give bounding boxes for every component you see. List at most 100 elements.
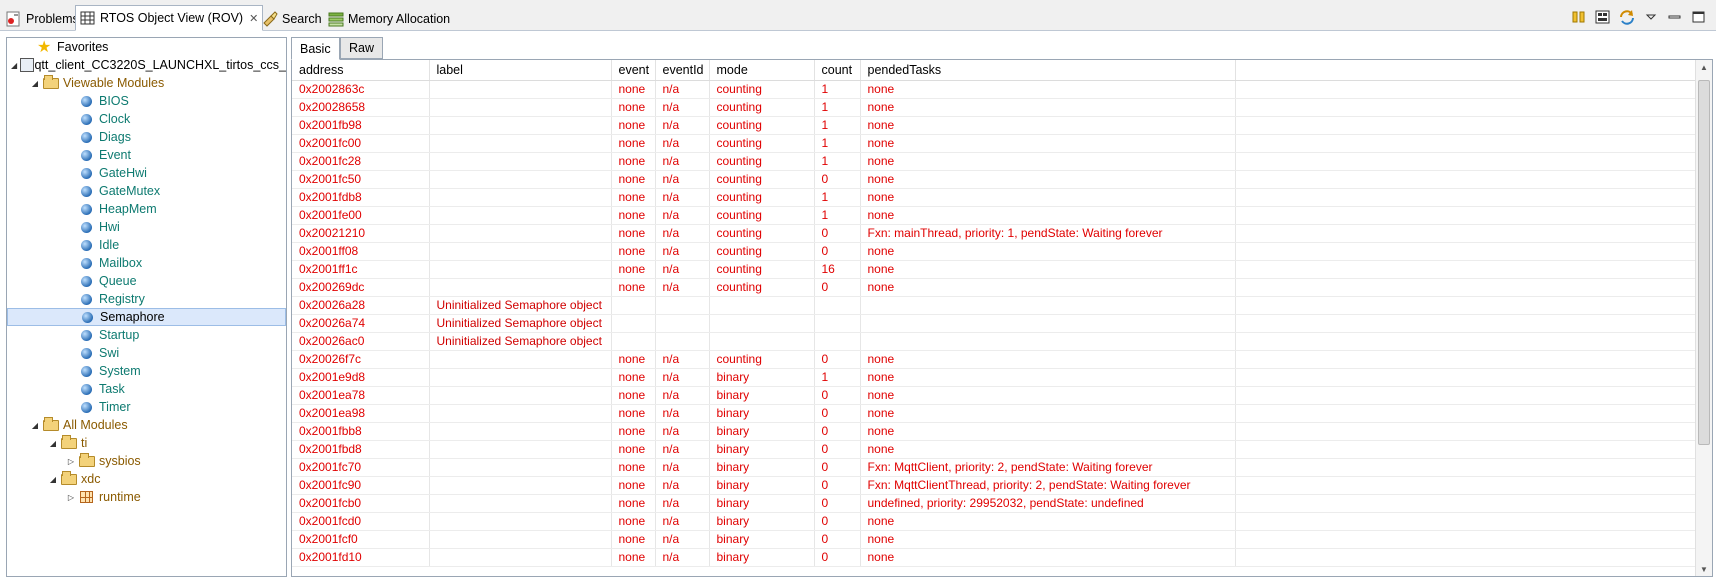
column-header-mode[interactable]: mode (709, 60, 815, 81)
table-row[interactable]: 0x2001fb98 none n/a counting 1 none (292, 116, 1698, 135)
tab-raw[interactable]: Raw (340, 37, 384, 59)
tree-item-queue[interactable]: Queue (7, 272, 286, 290)
module-ball-icon (79, 327, 95, 343)
tree-item-heapmem[interactable]: HeapMem (7, 200, 286, 218)
table-row[interactable]: 0x20021210 none n/a counting 0 Fxn: mainThrea… (292, 224, 1698, 243)
tree-item-runtime[interactable]: ▷ runtime (7, 488, 286, 506)
column-header-event[interactable]: event (611, 60, 656, 81)
close-icon[interactable]: ✕ (249, 12, 258, 25)
tree-item-registry[interactable]: Registry (7, 290, 286, 308)
table-row[interactable]: 0x2001fdb8 none n/a counting 1 none (292, 188, 1698, 207)
table-row[interactable]: 0x2001fd10 none n/a binary 0 none (292, 548, 1698, 567)
table-row[interactable]: 0x2001ff08 none n/a counting 0 none (292, 242, 1698, 261)
table-row[interactable]: 0x2001fcb0 none n/a binary 0 undefined, prior… (292, 494, 1698, 513)
table-row[interactable]: 0x200269dc none n/a counting 0 none (292, 278, 1698, 297)
table-row[interactable]: 0x2001ff1c none n/a counting 16 none (292, 260, 1698, 279)
tree-item-system[interactable]: System (7, 362, 286, 380)
tree-item-swi[interactable]: Swi (7, 344, 286, 362)
table-row[interactable]: 0x20026a74 Uninitialized Semaphore object (292, 314, 1698, 333)
tree-item-startup[interactable]: Startup (7, 326, 286, 344)
cell-eventid: n/a (655, 98, 710, 117)
tree-item-favorites[interactable]: ★ Favorites (7, 38, 286, 56)
tree-item-clock[interactable]: Clock (7, 110, 286, 128)
tree-item-timer[interactable]: Timer (7, 398, 286, 416)
table-row[interactable]: 0x2001fc00 none n/a counting 1 none (292, 134, 1698, 153)
tree-item-ti[interactable]: ◢ ti (7, 434, 286, 452)
tree-item-sysbios[interactable]: ▷ sysbios (7, 452, 286, 470)
table-row[interactable]: 0x20026ac0 Uninitialized Semaphore object (292, 332, 1698, 351)
table-row[interactable]: 0x2001e9d8 none n/a binary 1 none (292, 368, 1698, 387)
scrollbar-thumb[interactable] (1698, 80, 1710, 445)
cell-filler (1235, 278, 1698, 297)
module-label: BIOS (99, 94, 129, 108)
expanded-arrow-icon[interactable]: ◢ (29, 421, 41, 430)
refresh-icon[interactable] (1618, 9, 1636, 25)
column-header-filler (1235, 60, 1698, 81)
tree-item-mailbox[interactable]: Mailbox (7, 254, 286, 272)
cell-event (611, 314, 656, 333)
table-row[interactable]: 0x2001fe00 none n/a counting 1 none (292, 206, 1698, 225)
expanded-arrow-icon[interactable]: ◢ (29, 79, 41, 88)
scroll-down-arrow-icon[interactable]: ▼ (1696, 562, 1712, 576)
table-row[interactable]: 0x2001fc28 none n/a counting 1 none (292, 152, 1698, 171)
tab-problems[interactable]: Problems (2, 6, 83, 31)
tree-item-xdc[interactable]: ◢ xdc (7, 470, 286, 488)
table-row[interactable]: 0x2001ea98 none n/a binary 0 none (292, 404, 1698, 423)
table-row[interactable]: 0x2001fbd8 none n/a binary 0 none (292, 440, 1698, 459)
column-header-address[interactable]: address (292, 60, 430, 81)
pause-icon[interactable] (1570, 9, 1588, 25)
tree-item-bios[interactable]: BIOS (7, 92, 286, 110)
cell-filler (1235, 170, 1698, 189)
table-row[interactable]: 0x2001fc50 none n/a counting 0 none (292, 170, 1698, 189)
cell-address: 0x2001fbd8 (292, 440, 430, 459)
cell-mode: binary (709, 530, 815, 549)
tab-memory-allocation[interactable]: Memory Allocation (324, 6, 454, 31)
expanded-arrow-icon[interactable]: ◢ (47, 439, 59, 448)
tree-item-gatehwi[interactable]: GateHwi (7, 164, 286, 182)
table-row[interactable]: 0x2001fbb8 none n/a binary 0 none (292, 422, 1698, 441)
tree-item-project[interactable]: ◢ mqtt_client_CC3220S_LAUNCHXL_tirtos_cc… (7, 56, 286, 74)
vertical-scrollbar[interactable]: ▲ ▼ (1695, 60, 1712, 576)
table-row[interactable]: 0x20028658 none n/a counting 1 none (292, 98, 1698, 117)
cell-eventid: n/a (655, 152, 710, 171)
expanded-arrow-icon[interactable]: ◢ (47, 475, 59, 484)
table-row[interactable]: 0x2001fc70 none n/a binary 0 Fxn: MqttClient,… (292, 458, 1698, 477)
tree-item-all-modules[interactable]: ◢ All Modules (7, 416, 286, 434)
tab-search[interactable]: Search (258, 6, 326, 31)
column-header-eventid[interactable]: eventId (655, 60, 710, 81)
tab-rov[interactable]: RTOS Object View (ROV) ✕ (75, 5, 264, 31)
table-row[interactable]: 0x2001ea78 none n/a binary 0 none (292, 386, 1698, 405)
table-row[interactable]: 0x2001fcf0 none n/a binary 0 none (292, 530, 1698, 549)
tab-basic[interactable]: Basic (291, 37, 340, 60)
tree-item-diags[interactable]: Diags (7, 128, 286, 146)
tree-item-event[interactable]: Event (7, 146, 286, 164)
tree-item-viewable-modules[interactable]: ◢ Viewable Modules (7, 74, 286, 92)
tab-label: Search (282, 11, 322, 26)
expanded-arrow-icon[interactable]: ◢ (11, 61, 17, 70)
table-row[interactable]: 0x20026f7c none n/a counting 0 none (292, 350, 1698, 369)
column-header-label[interactable]: label (429, 60, 612, 81)
scroll-up-arrow-icon[interactable]: ▲ (1696, 60, 1712, 76)
collapsed-arrow-icon[interactable]: ▷ (65, 457, 77, 466)
table-row[interactable]: 0x2001fcd0 none n/a binary 0 none (292, 512, 1698, 531)
tree-item-idle[interactable]: Idle (7, 236, 286, 254)
table-row[interactable]: 0x2001fc90 none n/a binary 0 Fxn: MqttClientT… (292, 476, 1698, 495)
layout-icon[interactable] (1594, 9, 1612, 25)
view-menu-icon[interactable] (1642, 9, 1660, 25)
table-row[interactable]: 0x2002863c none n/a counting 1 none (292, 80, 1698, 99)
folder-icon (43, 75, 59, 91)
tree-item-gatemutex[interactable]: GateMutex (7, 182, 286, 200)
column-header-pendedtasks[interactable]: pendedTasks (860, 60, 1236, 81)
tree-item-task[interactable]: Task (7, 380, 286, 398)
cell-eventid: n/a (655, 350, 710, 369)
module-ball-icon (79, 93, 95, 109)
column-header-count[interactable]: count (814, 60, 861, 81)
maximize-icon[interactable] (1690, 9, 1708, 25)
cell-pendedtasks: none (860, 440, 1236, 459)
module-label: Swi (99, 346, 120, 360)
tree-item-semaphore[interactable]: Semaphore (7, 308, 286, 326)
collapsed-arrow-icon[interactable]: ▷ (65, 493, 77, 502)
minimize-icon[interactable] (1666, 9, 1684, 25)
table-row[interactable]: 0x20026a28 Uninitialized Semaphore object (292, 296, 1698, 315)
tree-item-hwi[interactable]: Hwi (7, 218, 286, 236)
